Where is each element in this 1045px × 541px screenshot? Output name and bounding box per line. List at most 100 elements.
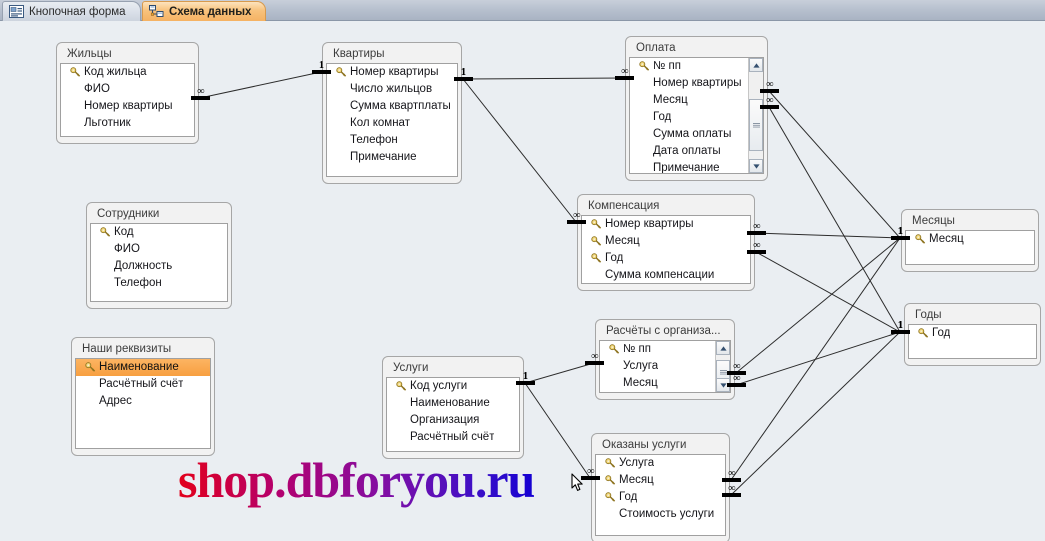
field-row[interactable]: Телефон: [327, 132, 457, 149]
table-title[interactable]: Месяцы: [905, 213, 1035, 230]
tab-shema-dannyh[interactable]: Схема данных: [142, 1, 267, 21]
table-field-list[interactable]: Код жильца ФИО Номер квартиры Льготник: [60, 63, 195, 137]
table-box-sotrudniki[interactable]: Сотрудники Код ФИО Должность Телефон: [86, 202, 232, 309]
table-box-raschety[interactable]: Расчёты с организа... № пп Услуга Месяц: [595, 319, 735, 400]
relationship-line[interactable]: [199, 71, 322, 99]
table-box-uslugi[interactable]: Услуги Код услуги Наименование Организация Р…: [382, 356, 524, 459]
relationship-line[interactable]: [462, 77, 625, 80]
field-row[interactable]: № пп: [630, 58, 748, 75]
table-title[interactable]: Услуги: [386, 360, 520, 377]
table-box-gody[interactable]: Годы Год: [904, 303, 1041, 366]
field-row[interactable]: Месяц: [596, 472, 725, 489]
field-row[interactable]: Примечание: [630, 160, 748, 173]
table-field-list[interactable]: Номер квартиры Месяц Год Сумма компенсации: [581, 215, 751, 284]
relationship-line[interactable]: [462, 78, 577, 223]
field-row[interactable]: Номер квартиры: [582, 216, 750, 233]
table-box-kvartiry[interactable]: Квартиры Номер квартиры Число жильцов Сумма…: [322, 42, 462, 184]
field-row[interactable]: Должность: [91, 258, 227, 275]
field-row[interactable]: Расчётный счёт: [76, 376, 210, 393]
relationship-line[interactable]: [524, 362, 595, 384]
field-row[interactable]: Год: [909, 325, 1036, 342]
table-title[interactable]: Квартиры: [326, 46, 458, 63]
field-row[interactable]: Код: [91, 224, 227, 241]
table-field-list[interactable]: № пп Номер квартиры Месяц Год Сумма оплаты Да…: [629, 57, 764, 174]
field-row[interactable]: Номер квартиры: [630, 75, 748, 92]
field-row[interactable]: Месяц: [906, 231, 1034, 248]
table-box-mesyacy[interactable]: Месяцы Месяц: [901, 209, 1039, 272]
field-name: Дата оплаты: [653, 145, 721, 157]
field-row[interactable]: Месяц: [630, 92, 748, 109]
field-row[interactable]: Расчётный счёт: [387, 429, 519, 446]
field-row[interactable]: Услуга: [600, 358, 715, 375]
relationship-endpoint-bar: [567, 220, 586, 224]
cardinality-label: ∞: [733, 361, 740, 372]
scroll-down-arrow-icon[interactable]: [749, 159, 763, 173]
relationship-line[interactable]: [524, 382, 591, 479]
table-box-okazany[interactable]: Оказаны услуги Услуга Месяц Год Стоимость ус…: [591, 433, 730, 541]
field-row[interactable]: Число жильцов: [327, 81, 457, 98]
table-title[interactable]: Компенсация: [581, 198, 751, 215]
field-row[interactable]: Месяц: [600, 375, 715, 392]
vertical-scrollbar[interactable]: [748, 58, 763, 173]
table-field-list[interactable]: Месяц: [905, 230, 1035, 265]
relationship-line[interactable]: [755, 232, 901, 239]
field-row[interactable]: Код услуги: [387, 378, 519, 395]
field-row[interactable]: Стоимость услуги: [596, 506, 725, 523]
field-row[interactable]: Адрес: [76, 393, 210, 410]
relationship-endpoint-bar: [585, 361, 604, 365]
field-row[interactable]: Сумма оплаты: [630, 126, 748, 143]
field-row[interactable]: ФИО: [91, 241, 227, 258]
field-row[interactable]: Сумма компенсации: [582, 267, 750, 283]
table-field-list[interactable]: № пп Услуга Месяц: [599, 340, 731, 393]
field-name: ФИО: [114, 243, 140, 255]
relationship-line[interactable]: [768, 90, 901, 239]
field-row[interactable]: Телефон: [91, 275, 227, 292]
field-row[interactable]: Примечание: [327, 149, 457, 166]
table-title[interactable]: Оплата: [629, 40, 764, 57]
table-box-kompensaciya[interactable]: Компенсация Номер квартиры Месяц Год Сумма к…: [577, 194, 755, 291]
table-box-rekvizity[interactable]: Наши реквизиты Наименование Расчётный счёт…: [71, 337, 215, 456]
table-field-list[interactable]: Код ФИО Должность Телефон: [90, 223, 228, 302]
table-box-zhiltsy[interactable]: Жильцы Код жильца ФИО Номер квартиры Льготни…: [56, 42, 199, 144]
table-box-oplata[interactable]: Оплата № пп Номер квартиры Месяц Год Сумма оп…: [625, 36, 768, 181]
tab-knopochnaya-forma[interactable]: Кнопочная форма: [2, 1, 141, 21]
table-field-list[interactable]: Номер квартиры Число жильцов Сумма квартпл…: [326, 63, 458, 177]
table-title[interactable]: Жильцы: [60, 46, 195, 63]
field-row[interactable]: Льготник: [61, 115, 194, 132]
table-title[interactable]: Расчёты с организа...: [599, 323, 731, 340]
relationship-line[interactable]: [768, 106, 901, 333]
field-name: Месяц: [623, 377, 658, 389]
scroll-up-arrow-icon[interactable]: [716, 341, 730, 355]
field-row[interactable]: Кол комнат: [327, 115, 457, 132]
relationship-line[interactable]: [735, 237, 901, 374]
table-field-list[interactable]: Услуга Месяц Год Стоимость услуги: [595, 454, 726, 536]
table-field-list[interactable]: Наименование Расчётный счёт Адрес: [75, 358, 211, 449]
relationship-line[interactable]: [735, 331, 901, 386]
field-row[interactable]: Наименование: [76, 359, 210, 376]
relationship-line[interactable]: [755, 251, 901, 333]
field-row[interactable]: Год: [582, 250, 750, 267]
table-title[interactable]: Сотрудники: [90, 206, 228, 223]
field-row[interactable]: Номер квартиры: [61, 98, 194, 115]
field-row[interactable]: № пп: [600, 341, 715, 358]
relationships-canvas[interactable]: Жильцы Код жильца ФИО Номер квартиры Льготни…: [0, 21, 1045, 541]
field-row[interactable]: ФИО: [61, 81, 194, 98]
relationship-line[interactable]: [730, 237, 901, 481]
field-row[interactable]: Наименование: [387, 395, 519, 412]
field-row[interactable]: Месяц: [582, 233, 750, 250]
table-field-list[interactable]: Год: [908, 324, 1037, 359]
table-title[interactable]: Оказаны услуги: [595, 437, 726, 454]
relationship-endpoint-bar: [722, 493, 741, 497]
field-row[interactable]: Код жильца: [61, 64, 194, 81]
table-title[interactable]: Наши реквизиты: [75, 341, 211, 358]
table-field-list[interactable]: Код услуги Наименование Организация Расчётн…: [386, 377, 520, 452]
field-row[interactable]: Год: [596, 489, 725, 506]
field-row[interactable]: Дата оплаты: [630, 143, 748, 160]
field-row[interactable]: Сумма квартплаты: [327, 98, 457, 115]
field-row[interactable]: Услуга: [596, 455, 725, 472]
field-row[interactable]: Год: [630, 109, 748, 126]
field-row[interactable]: Организация: [387, 412, 519, 429]
table-title[interactable]: Годы: [908, 307, 1037, 324]
field-row[interactable]: Номер квартиры: [327, 64, 457, 81]
scroll-up-arrow-icon[interactable]: [749, 58, 763, 72]
